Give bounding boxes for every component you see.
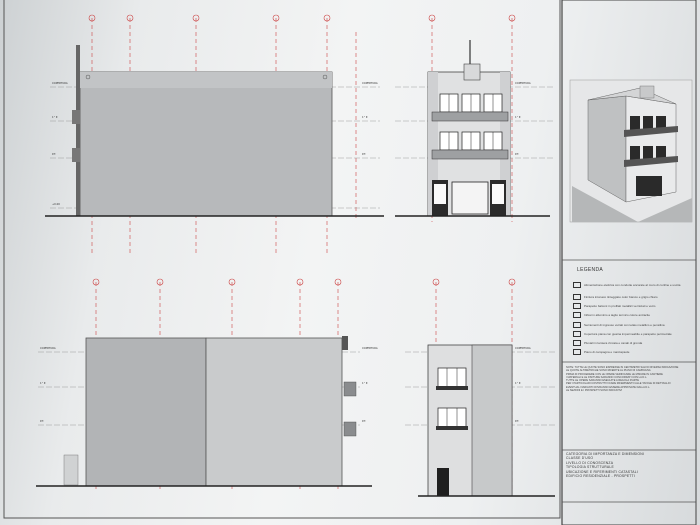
legend-item: Piano di campagna e marciapiede <box>573 349 688 355</box>
legend-symbol-icon <box>573 282 581 288</box>
level-mark-b-top: COPERTURA <box>40 346 56 350</box>
bottom-left-elevation <box>36 278 372 490</box>
legend-item: Alimentazione elettrica con condotte anc… <box>573 282 688 288</box>
building-3d-render <box>569 79 693 223</box>
level-mark-b-first: 1° P. <box>40 381 46 385</box>
level-mark-zero: +0.00 <box>52 202 60 206</box>
level-mark-ground-r2: P.T. <box>515 152 519 156</box>
top-left-elevation <box>45 14 384 255</box>
legend-symbol-icon <box>573 349 581 355</box>
level-mark-top-r: COPERTURA <box>362 81 378 85</box>
note-line: LE SEZIONI E I PROSPETTI SONO INDICATIVI <box>566 389 623 393</box>
level-mark-b-ground-r2: P.T. <box>515 419 519 423</box>
legend-symbol-icon <box>573 312 581 318</box>
level-mark-b-ground: P.T. <box>40 419 44 423</box>
level-mark-first: 1° P. <box>52 115 58 119</box>
legend-title: LEGENDA <box>577 267 603 273</box>
legend-item: Serramenti di ingresso vetrati con telai… <box>573 322 688 328</box>
legend-symbol-icon <box>573 294 581 300</box>
legend-item: Infissi in alluminio a taglio termico co… <box>573 312 688 318</box>
notes-block: NOTE: TUTTE LE QUOTE SONO ESPRESSE IN CE… <box>566 366 694 446</box>
legend-item: Copertura piana con guaina impermeabile … <box>573 331 688 337</box>
legend-symbol-icon <box>573 322 581 328</box>
level-mark-top-r2: COPERTURA <box>515 81 531 85</box>
level-mark-ground: P.T. <box>52 152 56 156</box>
level-mark-b-top-r2: COPERTURA <box>515 346 531 350</box>
title-block: CATEGORIA DI IMPORTANZA E DIMENSIONI CLA… <box>566 452 694 502</box>
level-mark-b-top-r: COPERTURA <box>362 346 378 350</box>
elevations-drawing: COPERTURA 1° P. P.T. +0.00 COPERTURA 1° … <box>3 0 697 525</box>
legend-item: Pluviali in lamiera zincata e canali di … <box>573 340 688 346</box>
level-mark-top: COPERTURA <box>52 81 68 85</box>
level-mark-ground-r: P.T. <box>362 152 366 156</box>
legend-symbol-icon <box>573 340 581 346</box>
legend-symbol-icon <box>573 303 581 309</box>
level-mark-first-r2: 1° P. <box>515 115 521 119</box>
level-mark-b-first-r2: 1° P. <box>515 381 521 385</box>
level-mark-b-first-r: 1° P. <box>362 381 368 385</box>
level-mark-first-r: 1° P. <box>362 115 368 119</box>
top-right-elevation <box>395 14 555 222</box>
legend-item: Finitura intonaco tinteggiato color bian… <box>573 294 688 300</box>
bottom-right-elevation <box>405 278 555 497</box>
title-line: EDIFICIO RESIDENZIALE - PROSPETTI <box>566 474 635 479</box>
legend-item: Parapetto balconi in profilati metallici… <box>573 303 688 309</box>
drawing-sheet: COPERTURA 1° P. P.T. +0.00 COPERTURA 1° … <box>0 0 700 525</box>
legend-symbol-icon <box>573 331 581 337</box>
level-mark-b-ground-r: P.T. <box>362 419 366 423</box>
